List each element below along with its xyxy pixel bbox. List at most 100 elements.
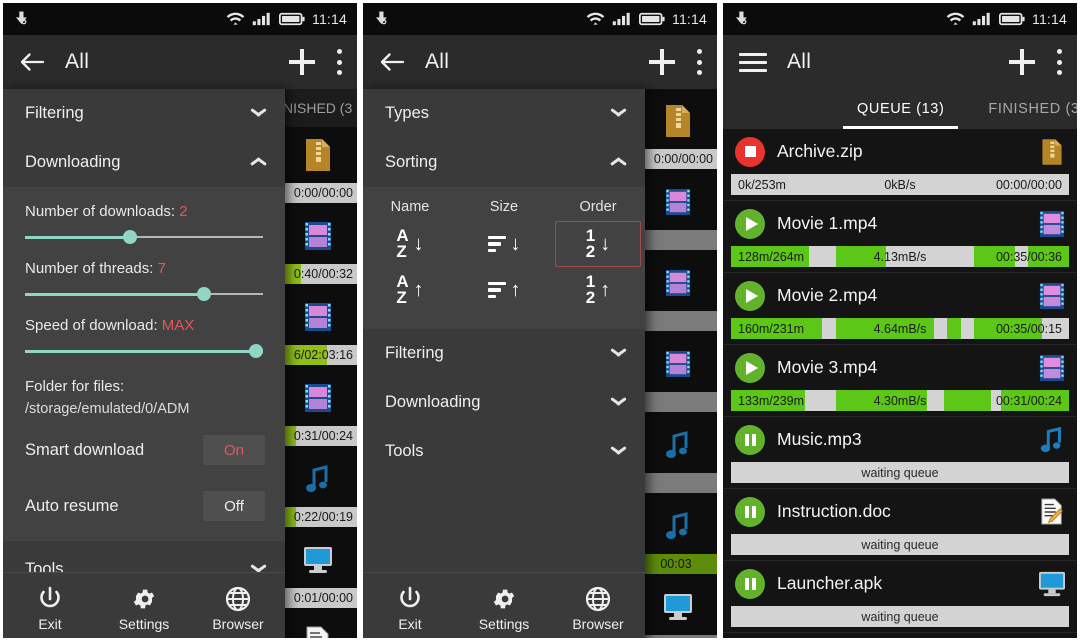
drawer-bottom-bar-2: Exit Settings Browser [363, 572, 645, 638]
play-button[interactable] [735, 208, 765, 239]
music-file-icon [1037, 425, 1067, 455]
browser-button-2[interactable]: Browser [551, 586, 645, 632]
play-button[interactable] [735, 352, 765, 383]
sort-size-descending[interactable]: ↓ [461, 221, 547, 267]
tab-queue[interactable]: QUEUE (13) [835, 89, 966, 129]
download-progress-bar: 160m/231m 4.64mB/s 00:35/00:15 [731, 318, 1069, 339]
speed-of-download-label: Speed of download: MAX [3, 307, 285, 334]
slider-knob[interactable] [122, 230, 137, 244]
download-file-name: Archive.zip [777, 141, 863, 161]
play-icon [745, 216, 758, 231]
globe-icon [585, 586, 611, 611]
arrow-down-icon: ↓ [510, 233, 521, 255]
auto-resume-toggle[interactable]: Off [203, 491, 265, 521]
exit-button-1[interactable]: Exit [3, 586, 97, 632]
gear-icon [493, 589, 515, 608]
section-downloading-2[interactable]: Downloading [363, 378, 645, 427]
section-filtering[interactable]: Filtering [3, 89, 285, 138]
sorting-row-descending: AZ ↓ ↓ 12 ↓ [363, 221, 645, 267]
threads-value: 7 [157, 260, 166, 277]
download-progress-bar: 128m/264m 4.13mB/s 00:35/00:36 [731, 246, 1069, 267]
section-tools[interactable]: Tools [3, 545, 285, 572]
list-item[interactable]: Movie 2.mp4 160m/231m 4.64mB/s 00:35/00:… [723, 273, 1077, 345]
background-row [639, 579, 717, 638]
section-tools-2[interactable]: Tools [363, 427, 645, 476]
add-download-button-3[interactable] [1009, 49, 1035, 75]
smart-download-toggle[interactable]: On [203, 435, 265, 465]
speed-of-download-slider[interactable] [25, 344, 263, 358]
list-item[interactable]: Launcher.apk waiting queue [723, 561, 1077, 633]
play-button[interactable] [735, 280, 765, 311]
smart-download-row[interactable]: Smart download On [3, 425, 285, 475]
download-list[interactable]: Archive.zip 0k/253m 0kB/s 00:00/00:00 Mo… [723, 129, 1077, 638]
section-types[interactable]: Types [363, 89, 645, 138]
pause-button[interactable] [735, 496, 765, 527]
back-button-1[interactable] [19, 51, 45, 73]
settings-button-2[interactable]: Settings [457, 586, 551, 632]
sort-size-ascending[interactable]: ↑ [461, 267, 547, 313]
overflow-menu-button-3[interactable] [1035, 49, 1063, 75]
background-progress-bar: 0:31/00:24 [279, 426, 357, 446]
section-filtering-2-label: Filtering [385, 344, 444, 362]
kebab-menu-icon [337, 49, 343, 75]
browser-label-2: Browser [572, 615, 624, 632]
list-item[interactable]: Screenshot.png 0k/11.1m 0kB/s 00:00/00:0… [723, 633, 1077, 638]
background-row [639, 174, 717, 250]
slider-knob[interactable] [249, 344, 263, 358]
drawer-scroll-1[interactable]: Filtering Downloading Number of download… [3, 89, 285, 572]
add-download-button-1[interactable] [289, 49, 315, 75]
pause-button[interactable] [735, 568, 765, 599]
sort-name-descending[interactable]: AZ ↓ [367, 221, 453, 267]
sort-order-ascending[interactable]: 12 ↑ [555, 267, 641, 313]
sorting-options-grid: Name Size Order AZ ↓ ↓ 1 2 ↓ A Z ↑ ↑ 1 2… [363, 187, 645, 329]
doc-file-icon [1037, 497, 1067, 527]
background-progress-bar [639, 635, 717, 638]
downloads-slider-wrap [3, 220, 285, 250]
settings-label-1: Settings [118, 615, 170, 632]
list-item[interactable]: Archive.zip 0k/253m 0kB/s 00:00/00:00 [723, 129, 1077, 201]
drawer-scroll-2[interactable]: Types Sorting Name Size Order A Z ↓ ↓ 1 … [363, 89, 645, 572]
battery-icon [279, 12, 305, 26]
exit-label-2: Exit [398, 615, 422, 632]
list-item[interactable]: Music.mp3 waiting queue [723, 417, 1077, 489]
exit-button-2[interactable]: Exit [363, 586, 457, 632]
drawer-menu-button[interactable] [739, 52, 767, 72]
list-item[interactable]: Movie 1.mp4 128m/264m 4.13mB/s 00:35/00:… [723, 201, 1077, 273]
back-button-2[interactable] [379, 51, 405, 73]
overflow-menu-button-1[interactable] [315, 49, 343, 75]
sort-order-descending[interactable]: 12 ↓ [555, 221, 641, 267]
pause-button[interactable] [735, 424, 765, 455]
stop-button[interactable] [735, 136, 765, 167]
auto-resume-row[interactable]: Auto resume Off [3, 481, 285, 531]
music-file-icon [639, 417, 717, 473]
download-row-header: Archive.zip [723, 129, 1077, 174]
background-progress-bar: 0:22/00:19 [279, 507, 357, 527]
video-file-icon [279, 370, 357, 426]
number-of-downloads-slider[interactable] [25, 230, 263, 244]
sort-name-ascending[interactable]: AZ ↑ [367, 267, 453, 313]
settings-button-1[interactable]: Settings [97, 586, 191, 632]
kebab-menu-icon [697, 49, 703, 75]
list-item[interactable]: Movie 3.mp4 133m/239m 4.30mB/s 00:31/00:… [723, 345, 1077, 417]
list-item[interactable]: Instruction.doc waiting queue [723, 489, 1077, 561]
wifi-icon [586, 12, 605, 25]
tab-finished[interactable]: FINISHED (3 [966, 89, 1077, 129]
section-sorting[interactable]: Sorting [363, 138, 645, 187]
section-downloading[interactable]: Downloading [3, 138, 285, 187]
slider-knob[interactable] [196, 287, 211, 301]
progress-status: waiting queue [861, 465, 939, 480]
overflow-menu-button-2[interactable] [675, 49, 703, 75]
browser-label-1: Browser [212, 615, 264, 632]
browser-button-1[interactable]: Browser [191, 586, 285, 632]
chevron-up-icon [610, 158, 627, 168]
background-row: 0:31/00:24 [279, 370, 357, 446]
section-filtering-2[interactable]: Filtering [363, 329, 645, 378]
folder-for-files-block[interactable]: Folder for files: /storage/emulated/0/AD… [3, 364, 285, 419]
music-file-icon [279, 451, 357, 507]
zip-file-icon [279, 127, 357, 183]
add-download-button-2[interactable] [649, 49, 675, 75]
apk-file-icon [279, 532, 357, 588]
background-progress-bar: 0:00/00:00 [639, 149, 717, 169]
download-file-name: Movie 3.mp4 [777, 357, 878, 377]
number-of-threads-slider[interactable] [25, 287, 263, 301]
